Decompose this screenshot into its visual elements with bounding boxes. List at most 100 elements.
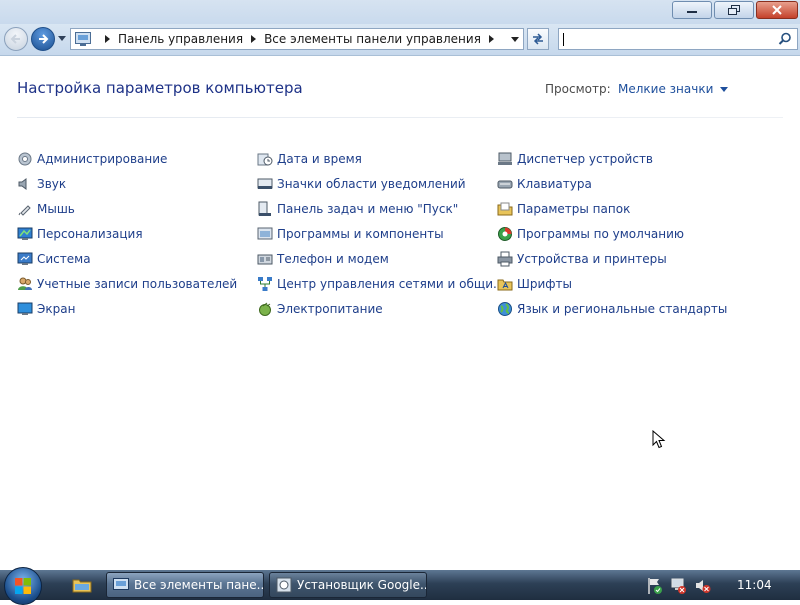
item-taskbar-start[interactable]: Панель задач и меню "Пуск" <box>257 196 504 221</box>
item-label: Система <box>37 251 91 266</box>
keyboard-icon <box>497 176 513 192</box>
item-network-center[interactable]: Центр управления сетями и общи... <box>257 271 504 296</box>
item-default-programs[interactable]: Программы по умолчанию <box>497 221 727 246</box>
control-panel-icon <box>113 578 129 590</box>
item-label: Учетные записи пользователей <box>37 276 238 291</box>
admin-tools-icon <box>17 151 33 167</box>
item-region-language[interactable]: Язык и региональные стандарты <box>497 296 727 321</box>
address-history-dropdown-icon[interactable] <box>511 37 519 42</box>
item-folder-options[interactable]: Параметры папок <box>497 196 727 221</box>
speaker-icon <box>17 176 33 192</box>
title-bar <box>0 0 800 24</box>
text-caret <box>563 33 564 46</box>
item-devices-printers[interactable]: Устройства и принтеры <box>497 246 727 271</box>
item-label: Программы по умолчанию <box>517 226 685 241</box>
item-keyboard[interactable]: Клавиатура <box>497 171 727 196</box>
divider <box>17 117 783 118</box>
items-column-2: Дата и время Значки области уведомлений … <box>257 146 504 321</box>
globe-icon <box>497 301 513 317</box>
view-mode-dropdown[interactable]: Мелкие значки <box>618 82 729 96</box>
item-label: Диспетчер устройств <box>517 151 654 166</box>
item-fonts[interactable]: Шрифты <box>497 271 727 296</box>
item-display[interactable]: Экран <box>17 296 237 321</box>
item-sound[interactable]: Звук <box>17 171 237 196</box>
view-mode-value: Мелкие значки <box>618 82 714 96</box>
display-icon <box>17 301 33 317</box>
breadcrumb-control-panel[interactable]: Панель управления <box>118 32 243 46</box>
printer-icon <box>497 251 513 267</box>
item-personalization[interactable]: Персонализация <box>17 221 237 246</box>
item-label: Язык и региональные стандарты <box>517 301 728 316</box>
view-label: Просмотр: <box>545 82 611 96</box>
action-center-flag-icon[interactable] <box>646 576 664 596</box>
window-controls <box>672 1 798 19</box>
item-label: Телефон и модем <box>277 251 389 266</box>
item-phone-modem[interactable]: Телефон и модем <box>257 246 504 271</box>
search-input[interactable] <box>558 28 798 50</box>
mouse-pointer-icon <box>652 430 666 449</box>
taskbar: Все элементы пане... Установщик Google..… <box>0 567 800 605</box>
close-button[interactable] <box>756 1 798 19</box>
item-user-accounts[interactable]: Учетные записи пользователей <box>17 271 237 296</box>
programs-icon <box>257 226 273 242</box>
breadcrumb-separator-icon[interactable] <box>251 35 257 43</box>
windows-logo-icon <box>15 578 31 594</box>
breadcrumb-separator-icon[interactable] <box>488 35 494 43</box>
task-label: Установщик Google... <box>297 578 427 592</box>
item-label: Электропитание <box>277 301 383 316</box>
forward-button[interactable] <box>31 27 55 51</box>
mouse-icon <box>17 201 33 217</box>
item-power-options[interactable]: Электропитание <box>257 296 504 321</box>
breadcrumb-separator-icon[interactable] <box>105 35 110 43</box>
refresh-icon <box>533 33 543 45</box>
control-panel-icon <box>75 32 91 46</box>
arrow-left-icon <box>10 34 20 44</box>
item-label: Панель задач и меню "Пуск" <box>277 201 459 216</box>
clock-icon <box>257 151 273 167</box>
item-label: Шрифты <box>517 276 572 291</box>
taskbar-clock[interactable]: 11:04 <box>737 578 772 592</box>
item-device-manager[interactable]: Диспетчер устройств <box>497 146 727 171</box>
navigation-bar: Панель управления Все элементы панели уп… <box>0 24 800 56</box>
users-icon <box>17 276 33 292</box>
breadcrumb-all-items[interactable]: Все элементы панели управления <box>264 32 481 46</box>
folder-options-icon <box>497 201 513 217</box>
back-button[interactable] <box>4 27 28 51</box>
volume-muted-icon[interactable] <box>694 577 712 595</box>
refresh-button[interactable] <box>527 28 549 50</box>
search-icon[interactable] <box>778 32 792 46</box>
address-bar[interactable]: Панель управления Все элементы панели уп… <box>70 28 524 50</box>
item-label: Персонализация <box>37 226 143 241</box>
item-label: Администрирование <box>37 151 168 166</box>
item-label: Звук <box>37 176 67 191</box>
minimize-button[interactable] <box>672 1 712 19</box>
personalization-icon <box>17 226 33 242</box>
item-administration[interactable]: Администрирование <box>17 146 237 171</box>
items-column-1: Администрирование Звук Мышь Персонализац… <box>17 146 237 321</box>
item-system[interactable]: Система <box>17 246 237 271</box>
item-label: Центр управления сетями и общи... <box>277 276 505 291</box>
task-control-panel[interactable]: Все элементы пане... <box>106 572 264 598</box>
items-column-3: Диспетчер устройств Клавиатура Параметры… <box>497 146 727 321</box>
page-title: Настройка параметров компьютера <box>17 79 303 97</box>
item-label: Экран <box>37 301 76 316</box>
task-label: Все элементы пане... <box>134 578 264 592</box>
recent-pages-chevron-icon[interactable] <box>58 36 66 41</box>
minimize-icon <box>687 11 697 13</box>
restore-icon <box>728 5 740 15</box>
power-icon <box>257 301 273 317</box>
item-label: Клавиатура <box>517 176 592 191</box>
item-date-time[interactable]: Дата и время <box>257 146 504 171</box>
task-google-installer[interactable]: Установщик Google... <box>269 572 427 598</box>
explorer-quick-launch[interactable] <box>66 574 98 596</box>
item-label: Дата и время <box>277 151 362 166</box>
item-notification-icons[interactable]: Значки области уведомлений <box>257 171 504 196</box>
item-mouse[interactable]: Мышь <box>17 196 237 221</box>
item-label: Параметры папок <box>517 201 631 216</box>
item-programs-features[interactable]: Программы и компоненты <box>257 221 504 246</box>
item-label: Мышь <box>37 201 75 216</box>
network-status-icon[interactable] <box>670 576 688 596</box>
start-button[interactable] <box>4 567 42 605</box>
item-label: Значки области уведомлений <box>277 176 466 191</box>
restore-button[interactable] <box>714 1 754 19</box>
